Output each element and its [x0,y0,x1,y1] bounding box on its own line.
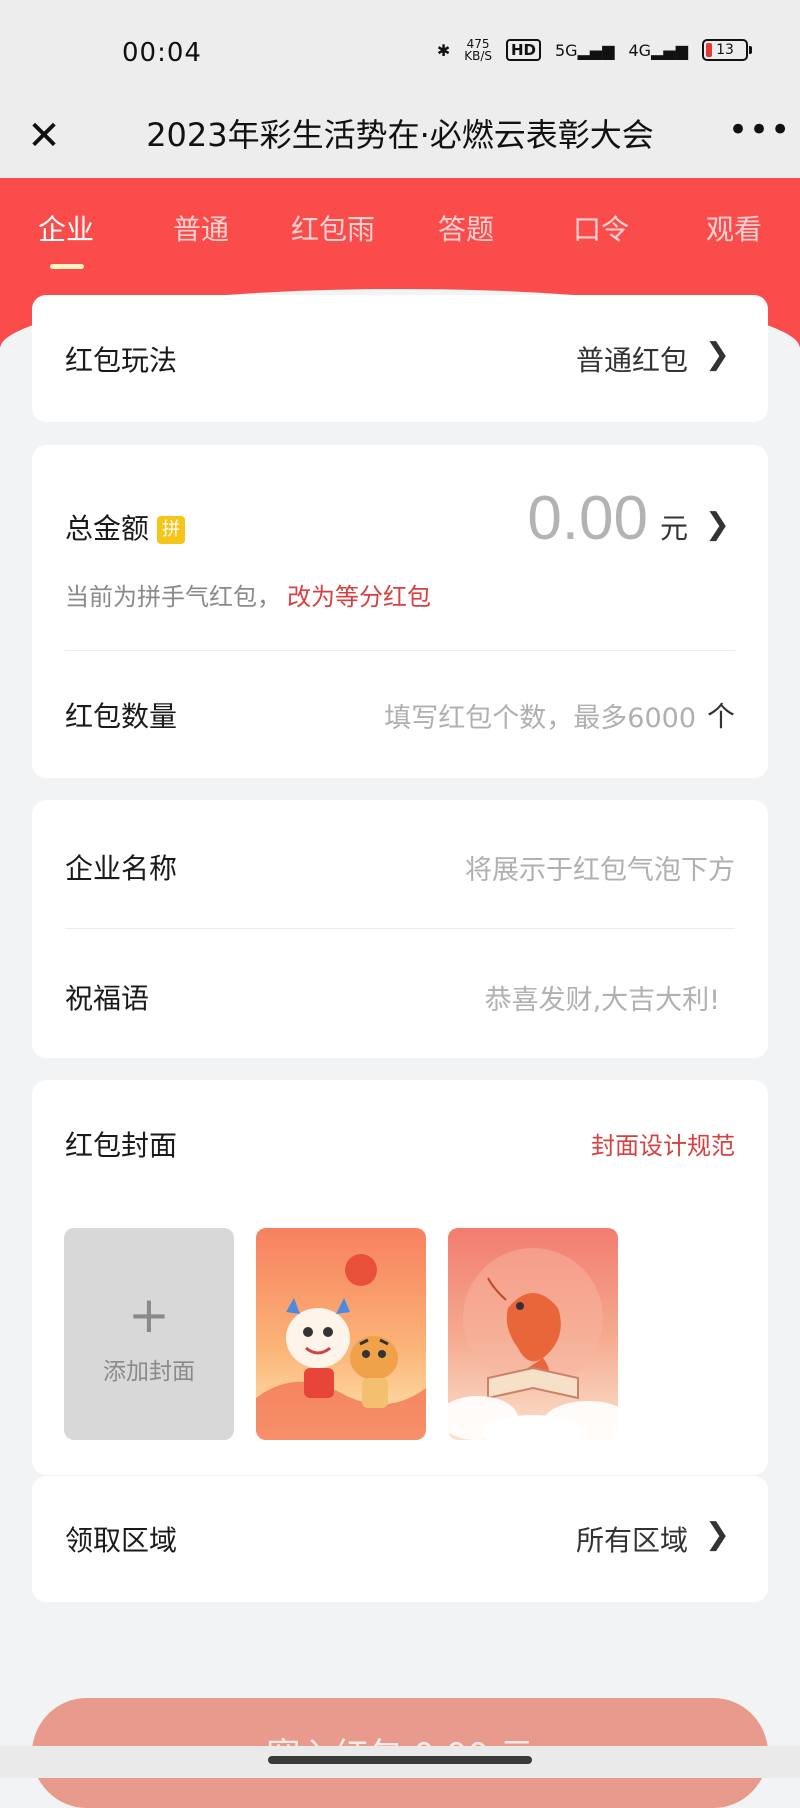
greeting-input[interactable]: 恭喜发财,大吉大利! [485,978,720,1017]
close-icon[interactable]: ✕ [22,114,66,158]
total-amount-value[interactable]: 0.00 [527,483,648,554]
amount-unit: 元 [659,512,688,545]
tab-quiz[interactable]: 答题 [438,208,494,248]
status-bar: 00:04 ✱ 475 KB/S HD 5G▂▄▆ 4G▂▄▆ 13 [0,0,800,100]
add-cover-label: 添加封面 [103,1359,195,1385]
play-type-label: 红包玩法 [65,344,178,377]
network-speed: 475 KB/S [464,38,492,62]
play-type-row[interactable]: 红包玩法 普通红包 ❯ [32,295,768,422]
add-cover-button[interactable]: + 添加封面 [64,1228,234,1440]
network-speed-unit: KB/S [464,49,492,63]
play-type-value: 普通红包 [575,344,688,377]
total-amount-text: 总金额 [65,512,150,545]
amount-hint-text: 当前为拼手气红包， [65,583,281,611]
company-name-label: 企业名称 [65,852,178,885]
more-icon[interactable]: ••• [728,108,790,158]
tab-password[interactable]: 口令 [573,208,629,248]
signal-5g-icon: 5G▂▄▆ [555,40,615,60]
amount-hint: 当前为拼手气红包， 改为等分红包 [65,577,431,612]
battery-value: 13 [716,42,734,58]
info-card: 企业名称 将展示于红包气泡下方 祝福语 恭喜发财,大吉大利! [32,800,768,1058]
signal-4g-icon: 4G▂▄▆ [628,40,689,60]
chevron-right-icon: ❯ [704,1517,730,1552]
plus-icon: + [128,1286,170,1344]
total-amount-label: 总金额拼 [65,507,186,547]
switch-equal-link[interactable]: 改为等分红包 [287,583,431,611]
chevron-right-icon: ❯ [704,507,730,542]
battery-level [706,43,712,57]
hd-icon: HD [505,39,541,61]
koi-fish-illustration [448,1248,618,1440]
cover-option-dragon-tiger[interactable] [256,1228,426,1440]
nav-bar: ✕ 2023年彩生活势在·必燃云表彰大会 ••• [0,100,800,178]
divider [65,650,735,651]
tab-watch[interactable]: 观看 [706,208,762,248]
tab-enterprise[interactable]: 企业 [38,208,94,248]
lucky-badge: 拼 [157,516,186,544]
bluetooth-icon: ✱ [436,40,451,60]
region-label: 领取区域 [65,1524,178,1557]
cover-label: 红包封面 [65,1129,178,1162]
amount-card: 总金额拼 0.00 元 ❯ 当前为拼手气红包， 改为等分红包 红包数量 填写红包个… [32,445,768,778]
signal-4g-label: 4G [628,40,652,60]
battery-icon: 13 [702,39,752,61]
home-indicator[interactable] [268,1756,532,1764]
page-title: 2023年彩生活势在·必燃云表彰大会 [146,116,654,154]
cover-spec-link[interactable]: 封面设计规范 [591,1126,735,1161]
chevron-right-icon: ❯ [704,337,730,372]
packet-count-input[interactable]: 填写红包个数，最多6000 [384,696,696,735]
tab-red-packet-rain[interactable]: 红包雨 [291,208,375,248]
packet-count-unit: 个 [706,700,735,733]
cover-option-koi[interactable] [448,1228,618,1440]
packet-count-label: 红包数量 [65,700,178,733]
region-row[interactable]: 领取区域 所有区域 ❯ [32,1476,768,1602]
tab-normal[interactable]: 普通 [173,208,229,248]
region-value: 所有区域 [575,1524,688,1557]
greeting-label: 祝福语 [65,982,150,1015]
company-name-input[interactable]: 将展示于红包气泡下方 [465,848,735,887]
tab-bar: 企业 普通 红包雨 答题 口令 观看 [0,178,800,288]
status-time: 00:04 [122,38,202,68]
system-icons: ✱ 475 KB/S HD 5G▂▄▆ 4G▂▄▆ 13 [436,38,752,62]
dragon-tiger-illustration [256,1254,426,1440]
tab-active-indicator [50,264,84,269]
signal-5g-label: 5G [555,40,578,60]
divider [65,928,735,929]
cover-card: 红包封面 封面设计规范 + 添加封面 [32,1080,768,1475]
